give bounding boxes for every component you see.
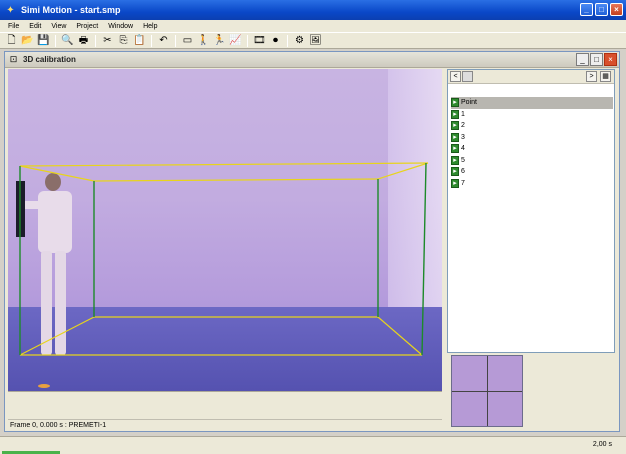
nav-next-button[interactable]: > [586, 71, 597, 82]
calibration-icon: ⊡ [9, 54, 18, 64]
maximize-button[interactable]: □ [595, 3, 608, 16]
point-marker-icon: ▸ [451, 121, 459, 131]
record-icon[interactable]: ⏺ [268, 34, 283, 48]
window-controls: _ □ × [580, 3, 623, 16]
cut-icon[interactable]: ✂ [100, 34, 115, 48]
toolbar-separator [55, 34, 56, 47]
point-marker-icon: ▸ [451, 167, 459, 177]
toolbar-separator [287, 34, 288, 47]
nav-prev-button[interactable]: < [450, 71, 461, 82]
save-icon[interactable]: 💾 [36, 34, 51, 48]
print-preview-icon[interactable]: 🔍 [60, 34, 75, 48]
point-marker-icon: ▸ [451, 155, 459, 165]
point-marker-icon: ▸ [451, 178, 459, 188]
point-marker-icon: ▸ [451, 109, 459, 119]
print-icon[interactable]: 🖶 [76, 34, 91, 48]
open-folder-icon[interactable]: 📂 [20, 34, 35, 48]
point-row-5[interactable]: ▸ 5 [451, 155, 613, 167]
point-label: 5 [461, 156, 465, 164]
points-panel: < > ▦ ▸ Point ▸ 1 ▸ 2 ▸ 3 ▸ 4 ▸ 5 ▸ 6 ▸ … [447, 69, 615, 353]
floor-marker [38, 384, 50, 388]
app-title: Simi Motion - start.smp [21, 5, 121, 15]
panel-options-icon[interactable]: ▦ [600, 71, 611, 82]
calibration-title: 3D calibration [23, 55, 76, 64]
point-row-6[interactable]: ▸ 6 [451, 166, 613, 178]
point-label: 1 [461, 110, 465, 118]
person-figure-icon[interactable]: 🚶 [196, 34, 211, 48]
minimize-button[interactable]: _ [580, 3, 593, 16]
calibration-overlay [16, 162, 429, 388]
calibration-window: ⊡ 3D calibration _ □ × Frame 0, 0.000 s … [4, 51, 620, 432]
child-window-controls: _ □ × [576, 53, 617, 66]
image-icon[interactable]: 🖼 [308, 34, 323, 48]
new-file-icon[interactable]: 🗋 [4, 34, 19, 48]
simi-logo-icon: ✦ [6, 4, 15, 16]
menubar: File Edit View Project Window Help [0, 20, 626, 32]
point-row-1[interactable]: ▸ 1 [451, 109, 613, 121]
person-silhouette [16, 173, 72, 355]
toolbar-separator [247, 34, 248, 47]
toolbar-separator [151, 34, 152, 47]
toolbar: 🗋 📂 💾 🔍 🖶 ✂ ⎘ 📋 ↶ ▭ 🚶 🏃 📈 🎞 ⏺ ⚙ 🖼 [0, 32, 626, 49]
point-label: 3 [461, 133, 465, 141]
video-icon[interactable]: 🎞 [252, 34, 267, 48]
preview-thumbnail[interactable] [451, 355, 523, 427]
menu-help[interactable]: Help [138, 23, 162, 30]
app-statusbar: 2,00 s [0, 436, 626, 454]
point-label: 2 [461, 122, 465, 130]
point-list-header[interactable]: ▸ Point [451, 97, 613, 109]
point-row-4[interactable]: ▸ 4 [451, 143, 613, 155]
paste-icon[interactable]: 📋 [132, 34, 147, 48]
point-marker-icon: ▸ [451, 132, 459, 142]
calibration-vertical-lines [19, 162, 427, 356]
frame-info: Frame 0, 0.000 s : PREMETI-1 [8, 419, 442, 431]
calibration-frame-lines [19, 162, 429, 356]
stick-figure-icon[interactable]: 🏃 [212, 34, 227, 48]
toolbar-separator [175, 34, 176, 47]
app-titlebar: ✦ Simi Motion - start.smp _ □ × [0, 0, 626, 20]
calibration-titlebar: ⊡ 3D calibration _ □ × [5, 52, 619, 68]
timeline-strip[interactable] [8, 391, 442, 419]
point-row-7[interactable]: ▸ 7 [451, 178, 613, 190]
camera-view-icon[interactable]: ▭ [180, 34, 195, 48]
menu-view[interactable]: View [46, 23, 71, 30]
menu-edit[interactable]: Edit [24, 23, 46, 30]
point-list: ▸ Point ▸ 1 ▸ 2 ▸ 3 ▸ 4 ▸ 5 ▸ 6 ▸ 7 [451, 97, 613, 189]
point-label: 4 [461, 145, 465, 153]
menu-window[interactable]: Window [103, 23, 138, 30]
points-nav: < > ▦ [448, 70, 614, 84]
point-marker-icon: ▸ [451, 98, 459, 108]
video-frame[interactable] [8, 69, 442, 391]
status-time: 2,00 s [592, 441, 612, 448]
point-row-3[interactable]: ▸ 3 [451, 132, 613, 144]
menu-file[interactable]: File [3, 23, 24, 30]
point-marker-icon: ▸ [451, 144, 459, 154]
graph-icon[interactable]: 📈 [228, 34, 243, 48]
point-label: 6 [461, 168, 465, 176]
child-maximize-button[interactable]: □ [590, 53, 603, 66]
toolbar-separator [95, 34, 96, 47]
settings-icon[interactable]: ⚙ [292, 34, 307, 48]
menu-project[interactable]: Project [71, 23, 103, 30]
copy-icon[interactable]: ⎘ [116, 34, 131, 48]
close-button[interactable]: × [610, 3, 623, 16]
undo-icon[interactable]: ↶ [156, 34, 171, 48]
child-minimize-button[interactable]: _ [576, 53, 589, 66]
point-header-label: Point [461, 99, 477, 107]
preview-divider-horizontal [452, 391, 522, 392]
nav-blank-button[interactable] [462, 71, 473, 82]
point-row-2[interactable]: ▸ 2 [451, 120, 613, 132]
child-close-button[interactable]: × [604, 53, 617, 66]
point-label: 7 [461, 179, 465, 187]
